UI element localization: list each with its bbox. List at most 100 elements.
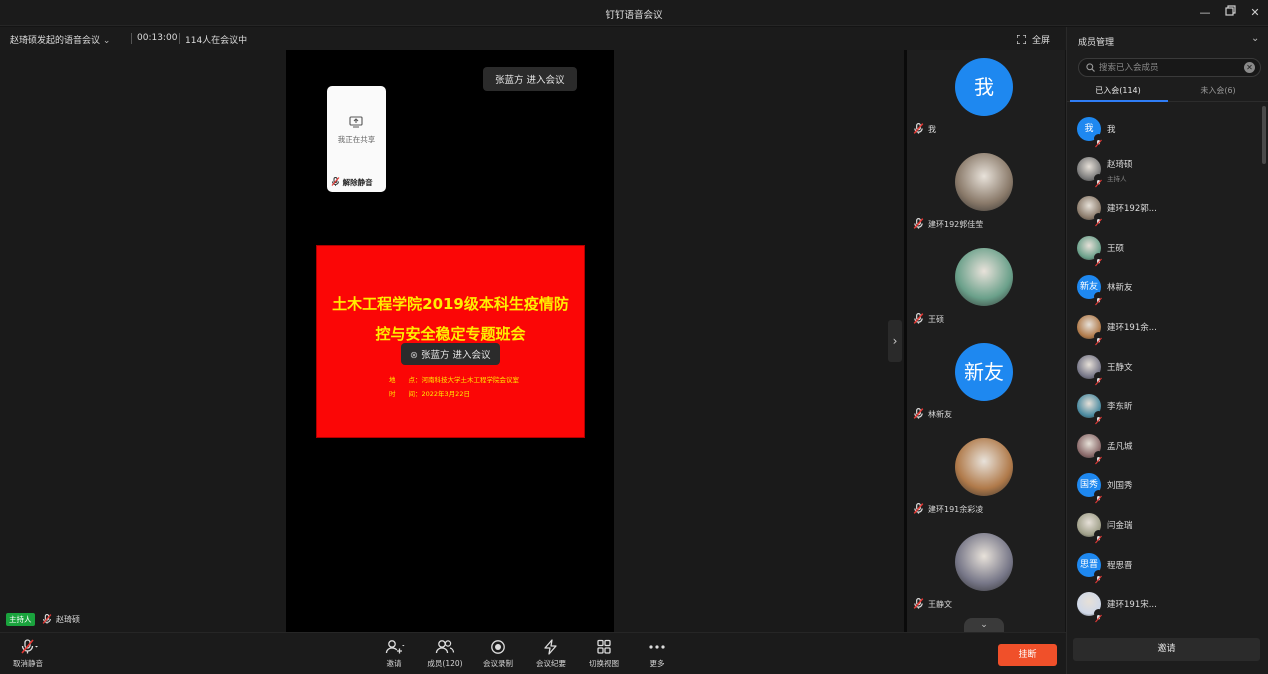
member-name: 林新友 [1107, 283, 1133, 294]
clear-icon[interactable]: ✕ [1244, 62, 1255, 73]
participant-name: 王硕 [928, 315, 944, 324]
fullscreen-button[interactable]: 全屏 [1016, 33, 1051, 46]
bottom-toolbar: 取消静音 邀请 成员(120) 会议录制 会议纪要 切换视图 更多 挂断 [0, 632, 1066, 674]
member-name: 赵琦硕 [1107, 159, 1133, 170]
avatar [1077, 156, 1103, 187]
add-user-icon [385, 640, 405, 654]
member-list-item[interactable]: 赵琦硕 主持人 [1066, 155, 1258, 187]
mic-muted-icon [21, 639, 38, 654]
members-icon [435, 640, 455, 654]
member-list-item[interactable]: 建环191宋... [1066, 590, 1258, 623]
title-bar: 钉钉语音会议 — ✕ [0, 0, 1268, 26]
member-list-scrollbar[interactable] [1262, 106, 1266, 164]
member-name: 建环192郭... [1107, 204, 1157, 215]
fullscreen-icon [1016, 34, 1027, 45]
member-list-item[interactable]: 思晋 程思晋 [1066, 551, 1258, 583]
member-list-item[interactable]: 李东昕 [1066, 392, 1258, 425]
meeting-name-dropdown[interactable]: 赵琦硕发起的语音会议 ⌄ [10, 33, 110, 46]
collapse-strip-button[interactable]: › [888, 320, 902, 362]
chevron-right-icon: › [892, 334, 898, 348]
member-list-item[interactable]: 闫金瑞 [1066, 511, 1258, 544]
hang-up-button[interactable]: 挂断 [998, 644, 1057, 666]
participant-count: 114人在会议中 [185, 36, 248, 46]
participant-tile[interactable]: 新友 林新友 [907, 335, 1065, 430]
participant-tile[interactable]: 王硕 [907, 240, 1065, 335]
mic-muted-icon [913, 123, 924, 134]
mic-muted-icon [1094, 530, 1103, 544]
avatar [1077, 513, 1103, 544]
minimize-icon[interactable]: — [1197, 5, 1213, 21]
host-badge: 主持人 [6, 613, 35, 626]
active-tab-indicator [1070, 100, 1168, 102]
divider [131, 33, 132, 44]
participant-tile[interactable]: 我我 [907, 50, 1065, 145]
divider [179, 33, 180, 44]
mic-muted-icon [1094, 371, 1103, 385]
member-list-item[interactable]: 孟凡城 [1066, 432, 1258, 465]
participant-tile[interactable]: 建环191余彩凌 [907, 430, 1065, 525]
mic-muted-icon [913, 503, 924, 514]
avatar-text: 思晋 [1079, 559, 1098, 570]
minutes-label: 会议纪要 [536, 659, 566, 668]
close-icon[interactable]: ✕ [1247, 5, 1263, 21]
avatar [1077, 235, 1103, 267]
member-list-item[interactable]: 建环192郭... [1066, 194, 1258, 227]
scroll-down-icon[interactable]: ⌄ [964, 618, 1004, 632]
chevron-down-icon[interactable]: ⌄ [1251, 33, 1259, 44]
participant-name: 王静文 [928, 600, 952, 609]
participant-tile[interactable]: 王静文 [907, 525, 1065, 620]
participant-tile[interactable]: 建环192郭佳莹 [907, 145, 1065, 240]
member-name: 我 [1107, 125, 1116, 135]
mic-muted-icon [1094, 332, 1103, 346]
slide-place: 地 点：河南科技大学土木工程学院会议室 [389, 376, 519, 384]
avatar: 新友 [1077, 275, 1103, 306]
avatar [955, 248, 1013, 306]
member-name: 闫金瑞 [1107, 521, 1133, 531]
member-name: 李东昕 [1107, 402, 1133, 413]
invite-toolbar-button[interactable]: 邀请 [366, 637, 422, 673]
self-share-card[interactable]: 我正在共享 解除静音 [327, 86, 386, 192]
invite-button[interactable]: 邀请 [1073, 638, 1260, 661]
minutes-button[interactable]: 会议纪要 [523, 637, 579, 673]
tab-not-joined[interactable]: 未入会(6) [1168, 85, 1268, 96]
record-button[interactable]: 会议录制 [470, 637, 526, 673]
tab-joined[interactable]: 已入会(114) [1068, 85, 1168, 96]
unmute-button[interactable]: 解除静音 [331, 177, 384, 188]
switch-view-button[interactable]: 切换视图 [576, 637, 632, 673]
restore-icon[interactable] [1222, 5, 1238, 21]
join-toast-text: 张蓝方 进入会议 [420, 350, 491, 361]
unmute-toggle-button[interactable]: 取消静音 [0, 637, 56, 673]
member-name: 孟凡城 [1107, 441, 1133, 452]
window-title: 钉钉语音会议 [605, 10, 663, 21]
mic-muted-icon [1094, 490, 1103, 504]
avatar [955, 533, 1013, 591]
fullscreen-label: 全屏 [1032, 36, 1051, 46]
meeting-info-bar: 赵琦硕发起的语音会议 ⌄ 00:13:00 114人在会议中 全屏 [0, 27, 1066, 50]
participant-name: 建环191余彩凌 [928, 505, 984, 514]
member-name: 刘国秀 [1107, 481, 1133, 492]
members-button[interactable]: 成员(120) [417, 637, 473, 673]
join-toast-top: 张蓝方 进入会议 [483, 67, 577, 91]
mic-muted-icon [42, 614, 52, 624]
member-search[interactable]: ✕ [1078, 58, 1261, 77]
member-name: 建环191余... [1107, 323, 1157, 333]
switch-view-label: 切换视图 [589, 659, 619, 668]
ai-minutes-icon [544, 639, 557, 655]
mic-muted-icon [1094, 213, 1103, 227]
host-name: 赵琦硕 [56, 615, 80, 624]
member-tabs: 已入会(114) 未入会(6) [1067, 82, 1268, 102]
member-list-item[interactable]: 建环191余... [1066, 313, 1258, 346]
more-button[interactable]: 更多 [629, 637, 685, 673]
member-name: 王硕 [1107, 243, 1125, 254]
member-list-item[interactable]: 新友 林新友 [1066, 273, 1258, 306]
mic-muted-icon [1094, 609, 1103, 623]
member-search-input[interactable] [1099, 61, 1239, 75]
member-list-item[interactable]: 我我 [1066, 115, 1258, 148]
mic-muted-icon [1094, 450, 1103, 465]
mic-muted-icon [1094, 569, 1103, 583]
member-list-item[interactable]: 王硕 [1066, 234, 1258, 267]
member-list-item[interactable]: 王静文 [1066, 353, 1258, 385]
member-list-item[interactable]: 国秀 刘国秀 [1066, 471, 1258, 504]
avatar [1077, 196, 1103, 227]
invite-toolbar-label: 邀请 [386, 659, 402, 668]
